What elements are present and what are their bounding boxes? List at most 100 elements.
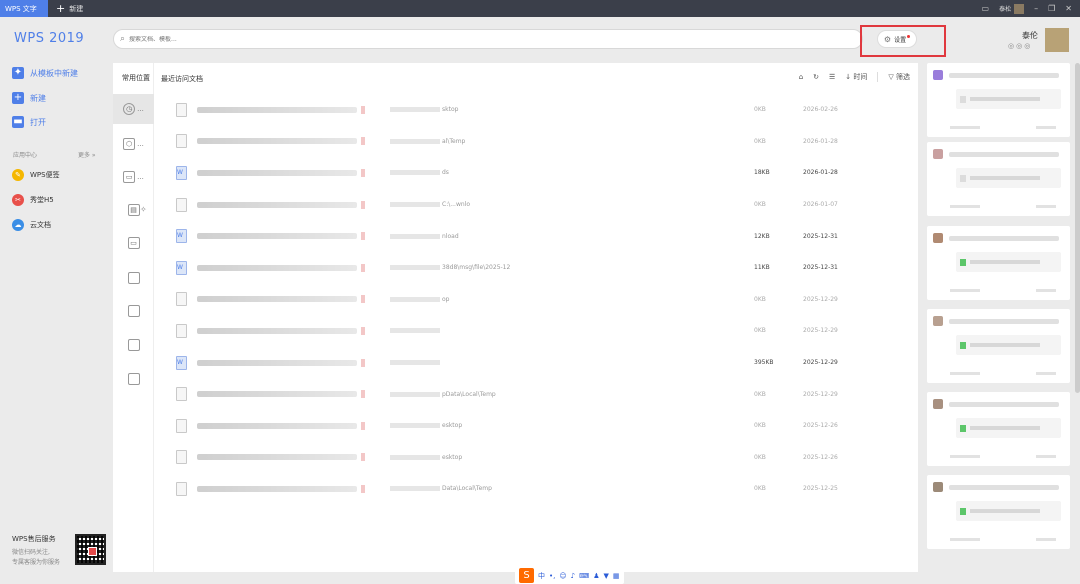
file-icon — [176, 418, 187, 433]
file-date: 2025-12-29 — [803, 390, 838, 398]
keyboard-icon[interactable]: ⌨ — [579, 572, 589, 580]
badge-icon[interactable]: ◎ — [1024, 42, 1030, 50]
avatar[interactable] — [1045, 28, 1069, 52]
place-folder[interactable] — [113, 330, 154, 360]
plus-icon: + — [12, 92, 24, 104]
app-label: 云文档 — [30, 221, 51, 229]
file-name-redacted — [197, 201, 357, 208]
shared-card[interactable] — [927, 309, 1070, 383]
scrollbar[interactable] — [1075, 63, 1080, 393]
badge-icon[interactable]: ◎ — [1016, 42, 1022, 50]
nav-label: 打开 — [30, 117, 46, 127]
file-row[interactable]: sktop 0KB 2026-02-26 — [154, 94, 918, 126]
file-row[interactable]: ds 18KB 2026-01-28 — [154, 157, 918, 189]
ime-mode[interactable]: 中 — [538, 571, 545, 581]
file-icon — [176, 387, 187, 402]
file-size: 0KB — [754, 422, 766, 430]
file-date: 2026-01-28 — [803, 169, 838, 177]
filter-button[interactable]: ▽ 筛选 — [888, 72, 910, 82]
restore-icon[interactable]: ❐ — [1048, 4, 1055, 13]
place-item[interactable]: ▤ — [113, 195, 154, 225]
emoji-icon[interactable]: ☺ — [559, 572, 566, 580]
sort-by-time-button[interactable]: ↓ 时间 — [845, 72, 867, 82]
shared-card[interactable] — [927, 226, 1070, 300]
file-size: 18KB — [754, 169, 770, 177]
place-recent[interactable]: ◷... — [113, 94, 154, 124]
sidebar-item-open[interactable]: ▬ 打开 — [12, 116, 46, 128]
search-input[interactable] — [129, 35, 730, 43]
new-tab-button[interactable]: + 新建 — [56, 3, 83, 14]
service-title: WPS售后服务 — [12, 535, 56, 543]
place-folder[interactable] — [113, 263, 154, 293]
card-file-preview — [956, 168, 1061, 188]
file-row[interactable]: esktop 0KB 2025-12-26 — [154, 410, 918, 442]
pin-icon[interactable]: ✧ — [140, 205, 147, 214]
more-apps-link[interactable]: 更多 » — [78, 150, 96, 159]
file-row[interactable]: op 0KB 2025-12-29 — [154, 284, 918, 316]
refresh-icon[interactable]: ↻ — [813, 73, 819, 81]
file-row[interactable]: esktop 0KB 2025-12-26 — [154, 442, 918, 474]
cloud-icon: ☁ — [12, 219, 24, 231]
place-item[interactable]: ⬡... — [113, 129, 154, 159]
file-row[interactable]: 395KB 2025-12-29 — [154, 347, 918, 379]
file-row[interactable]: C:\...wnlo 0KB 2026-01-07 — [154, 189, 918, 221]
punctuation-icon[interactable]: •, — [549, 572, 555, 580]
file-size: 11KB — [754, 264, 770, 272]
file-name-redacted — [197, 359, 357, 366]
close-icon[interactable]: ✕ — [1065, 4, 1072, 13]
app-xiutang-h5[interactable]: ✂ 秀堂H5 — [12, 194, 54, 206]
file-icon — [176, 229, 187, 244]
screen-icon[interactable]: ▭ — [982, 4, 990, 13]
path-marker — [361, 358, 365, 367]
file-icon — [176, 292, 187, 307]
search-bar[interactable]: ⌕ — [113, 29, 863, 49]
file-name-redacted — [197, 422, 357, 429]
sidebar-item-new[interactable]: + 新建 — [12, 92, 46, 104]
file-path: 38d8\msg\file\2025-12 — [390, 264, 510, 271]
minimize-icon[interactable]: – — [1034, 4, 1038, 13]
file-row[interactable]: 38d8\msg\file\2025-12 11KB 2025-12-31 — [154, 252, 918, 284]
user-name[interactable]: 泰伦 — [1022, 30, 1038, 41]
recent-documents-panel: 最近访问文档 ⌂ ↻ ☰ ↓ 时间 ▽ 筛选 sktop 0KB 2026-02… — [154, 63, 918, 572]
list-view-icon[interactable]: ☰ — [829, 73, 835, 81]
sogou-icon[interactable]: S — [519, 568, 534, 583]
service-line-2: 专属客服为你服务 — [12, 559, 61, 566]
file-size: 12KB — [754, 232, 770, 240]
place-item[interactable]: ▭... — [113, 162, 154, 192]
notes-icon: ✎ — [12, 169, 24, 181]
badge-icon[interactable]: ◎ — [1008, 42, 1014, 50]
file-row[interactable]: al\Temp 0KB 2026-01-28 — [154, 126, 918, 158]
file-row[interactable]: pData\Local\Temp 0KB 2025-12-29 — [154, 378, 918, 410]
trash-icon[interactable]: ⌂ — [799, 73, 803, 81]
card-title-redacted — [949, 402, 1059, 407]
app-cloud-docs[interactable]: ☁ 云文档 — [12, 219, 51, 231]
skin-icon[interactable]: ▼ — [604, 572, 609, 580]
shared-card[interactable] — [927, 63, 1070, 137]
file-row[interactable]: Data\Local\Temp 0KB 2025-12-25 — [154, 473, 918, 505]
highlight-box — [860, 25, 946, 57]
file-date: 2026-02-26 — [803, 106, 838, 114]
place-label: ... — [137, 173, 144, 181]
place-item[interactable]: ▭ — [113, 228, 154, 258]
grid-icon[interactable]: ▦ — [613, 572, 620, 580]
mic-icon[interactable]: ♪ — [571, 572, 575, 580]
user-icon[interactable]: ♟ — [593, 572, 599, 580]
file-row[interactable]: 0KB 2025-12-29 — [154, 315, 918, 347]
path-marker — [361, 326, 365, 335]
place-folder[interactable] — [113, 296, 154, 326]
shared-card[interactable] — [927, 475, 1070, 549]
shared-card[interactable] — [927, 392, 1070, 466]
user-mini[interactable]: 泰松 — [999, 3, 1025, 14]
card-meta-redacted — [1036, 455, 1056, 458]
app-wps-notes[interactable]: ✎ WPS便签 — [12, 169, 60, 181]
file-path: pData\Local\Temp — [390, 391, 496, 398]
place-label: ... — [137, 105, 144, 113]
card-meta-redacted — [950, 205, 980, 208]
shared-card[interactable] — [927, 142, 1070, 216]
tab-wps-writer[interactable]: WPS 文字 — [0, 0, 48, 17]
sidebar-item-new-from-template[interactable]: ✦ 从模板中新建 — [12, 67, 78, 79]
place-folder[interactable] — [113, 364, 154, 394]
file-row[interactable]: nload 12KB 2025-12-31 — [154, 220, 918, 252]
file-name-redacted — [197, 233, 357, 240]
filter-label: 筛选 — [896, 73, 910, 81]
